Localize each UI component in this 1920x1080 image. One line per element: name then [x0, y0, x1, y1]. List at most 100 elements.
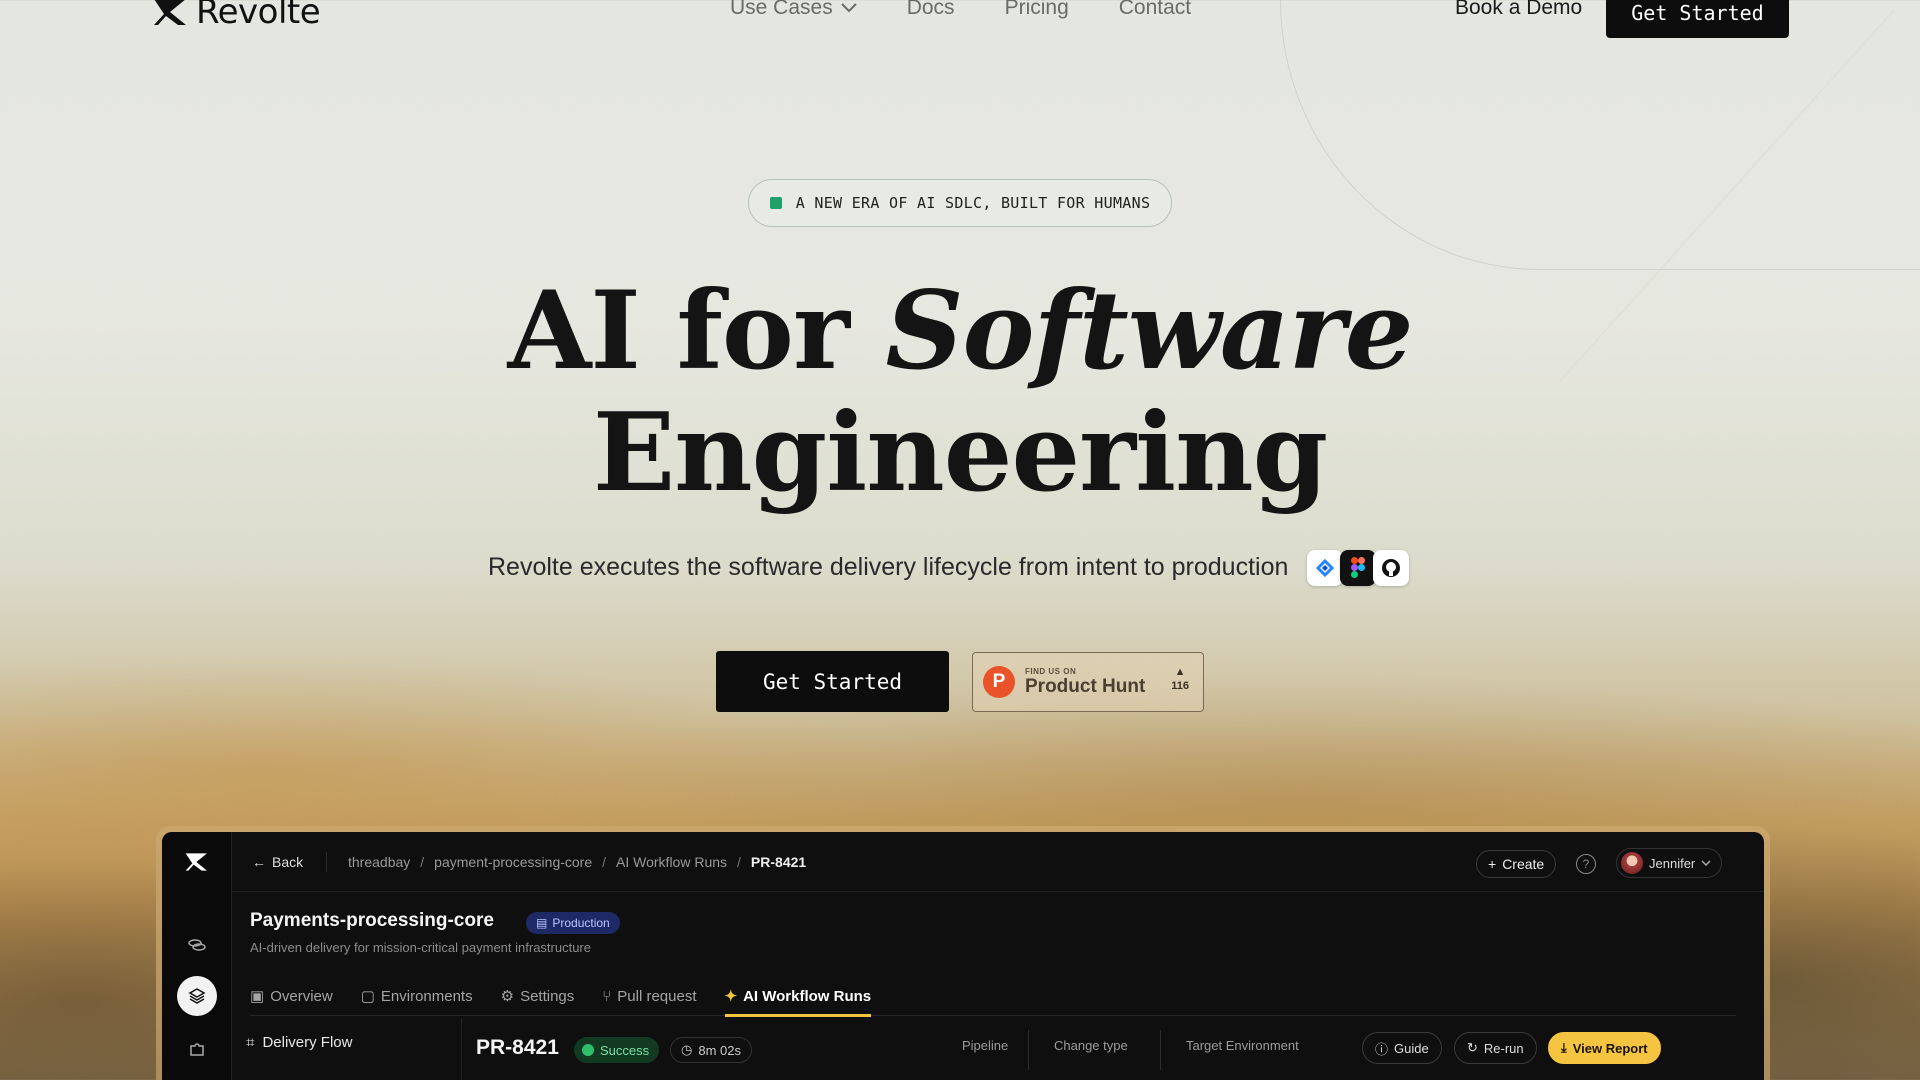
tab-ai-workflow-runs[interactable]: ✦ AI Workflow Runs [724, 976, 872, 1017]
product-hunt-upvotes: ▲ 116 [1171, 665, 1189, 693]
upvote-count: 116 [1171, 680, 1189, 692]
breadcrumb: threadbay / payment-processing-core / AI… [348, 854, 806, 870]
flow-icon: ⌗ [246, 1034, 255, 1051]
back-button[interactable]: ← Back [252, 854, 303, 870]
gear-icon: ⚙ [500, 988, 515, 1005]
app-topbar: ← Back threadbay / payment-processing-co… [232, 832, 1764, 892]
create-label: Create [1502, 856, 1545, 872]
user-menu[interactable]: Jennifer [1616, 848, 1723, 878]
arrow-left-icon: ← [252, 854, 266, 870]
tab-label: Pull request [617, 987, 697, 1005]
chevron-down-icon [1701, 860, 1711, 866]
breadcrumb-org[interactable]: threadbay [348, 854, 410, 870]
refresh-icon: ↻ [1467, 1040, 1478, 1055]
divider [1160, 1030, 1161, 1070]
status-badge: Success [574, 1037, 660, 1063]
back-label: Back [272, 854, 304, 870]
column-target-environment: Target Environment [1186, 1038, 1299, 1053]
tab-overview[interactable]: ▣ Overview [250, 976, 333, 1016]
create-button[interactable]: + Create [1476, 850, 1557, 878]
puzzle-icon[interactable] [184, 1036, 210, 1062]
download-icon: ⤓ [1561, 1040, 1567, 1055]
headline-plain: AI for [507, 268, 886, 394]
breadcrumb-section[interactable]: AI Workflow Runs [616, 854, 727, 870]
project-title: Payments-processing-core [250, 910, 494, 931]
product-hunt-big: Product Hunt [1025, 675, 1146, 697]
badge-dot [769, 197, 782, 209]
info-icon: ⓘ [1375, 1041, 1389, 1057]
jira-icon [1307, 550, 1343, 586]
headline-line2: Engineering [592, 390, 1328, 516]
nav-use-cases-label: Use Cases [730, 0, 833, 19]
avatar [1621, 852, 1643, 874]
nav-links: Use Cases Docs Pricing Contact [730, 0, 1191, 20]
headline-italic: Software [885, 268, 1413, 394]
coins-icon[interactable] [184, 932, 210, 958]
top-nav: Revolte Use Cases Docs Pricing Contact B… [0, 0, 1920, 50]
help-icon[interactable]: ? [1576, 854, 1596, 874]
chevron-down-icon [840, 3, 857, 13]
product-hunt-text: FIND US ON Product Hunt [1025, 667, 1145, 698]
product-hunt-small: FIND US ON [1025, 666, 1077, 676]
user-name: Jennifer [1649, 855, 1696, 871]
hero-subline: Revolte executes the software delivery l… [488, 553, 1289, 581]
plus-icon: + [1488, 856, 1497, 872]
tab-label: AI Workflow Runs [743, 987, 872, 1005]
hero-get-started-button[interactable]: Get Started [716, 651, 949, 712]
nav-pricing[interactable]: Pricing [1005, 0, 1069, 20]
app-icon-rail [162, 832, 232, 1080]
column-change-type: Change type [1054, 1038, 1128, 1053]
hero-headline: AI for Software Engineering [0, 270, 1920, 514]
layers-icon[interactable] [177, 976, 217, 1016]
breadcrumb-separator: / [420, 854, 425, 870]
breadcrumb-separator: / [737, 854, 741, 870]
sparkle-icon: ✦ [724, 988, 738, 1005]
environment-badge: ▤ Production [526, 912, 620, 934]
overview-icon: ▣ [250, 988, 265, 1005]
divider [326, 852, 327, 872]
breadcrumb-separator: / [602, 854, 607, 870]
figma-icon [1340, 550, 1376, 586]
tab-label: Environments [380, 987, 473, 1005]
tab-settings[interactable]: ⚙ Settings [501, 976, 575, 1016]
nav-contact[interactable]: Contact [1119, 0, 1191, 20]
breadcrumb-current: PR-8421 [750, 854, 807, 870]
upvote-arrow-icon: ▲ [1174, 666, 1186, 678]
brand-name: Revolte [196, 0, 321, 32]
product-hunt-logo-icon: P [983, 666, 1015, 698]
tab-label: Overview [270, 987, 333, 1005]
tab-environments[interactable]: ▢ Environments [361, 976, 473, 1016]
delivery-flow-item[interactable]: ⌗ Delivery Flow [246, 1034, 352, 1051]
column-pipeline: Pipeline [962, 1038, 1009, 1053]
view-report-label: View Report [1572, 1040, 1648, 1056]
duration-label: 8m 02s [698, 1042, 741, 1058]
database-icon: ▤ [536, 916, 548, 930]
delivery-flow-label: Delivery Flow [262, 1034, 353, 1051]
rerun-button[interactable]: ↻ Re-run [1454, 1032, 1537, 1064]
app-preview-frame: ← Back threadbay / payment-processing-co… [156, 826, 1770, 1080]
product-hunt-badge[interactable]: P FIND US ON Product Hunt ▲ 116 [972, 652, 1204, 712]
guide-button[interactable]: ⓘ Guide [1362, 1032, 1442, 1064]
app-preview: ← Back threadbay / payment-processing-co… [162, 832, 1764, 1080]
tab-label: Settings [520, 987, 575, 1005]
rerun-label: Re-run [1483, 1040, 1524, 1056]
hero-badge: A NEW ERA OF AI SDLC, BUILT FOR HUMANS [748, 179, 1172, 227]
divider [1028, 1030, 1029, 1070]
nav-docs[interactable]: Docs [907, 0, 955, 20]
project-description: AI-driven delivery for mission-critical … [250, 940, 591, 955]
integration-icons [1307, 550, 1409, 586]
status-label: Success [600, 1042, 650, 1058]
view-report-button[interactable]: ⤓ View Report [1548, 1032, 1661, 1064]
revolte-logo-icon[interactable] [184, 852, 210, 872]
book-demo-link[interactable]: Book a Demo [1455, 0, 1582, 20]
brand-logo[interactable]: Revolte [152, 0, 321, 32]
project-tabs: ▣ Overview ▢ Environments ⚙ Settings ⑂ Pull … [250, 976, 1736, 1017]
breadcrumb-project[interactable]: payment-processing-core [434, 854, 592, 870]
duration-badge: ◷ 8m 02s [670, 1037, 752, 1063]
nav-use-cases[interactable]: Use Cases [730, 0, 857, 20]
tab-pull-request[interactable]: ⑂ Pull request [602, 976, 696, 1016]
success-dot-icon [582, 1044, 594, 1056]
environments-icon: ▢ [360, 988, 375, 1005]
nav-get-started-button[interactable]: Get Started [1606, 0, 1789, 38]
run-side-panel: ⌗ Delivery Flow [232, 1018, 462, 1080]
